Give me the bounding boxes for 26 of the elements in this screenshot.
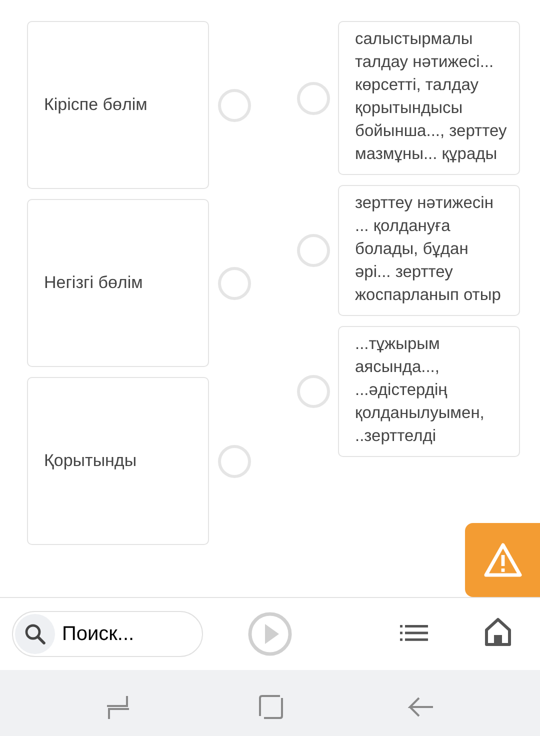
card-label: Қорытынды — [44, 450, 137, 472]
answer-card[interactable]: салыстырмалы талдау нәтижесі... көрсетті, талдау қорытындысы бойынша..., зерттеу мазмұны... құрады — [338, 21, 520, 175]
card-text: салыстырмалы талдау нәтижесі... көрсетті, талдау қорытындысы бойынша..., зерттеу мазмұны... құрады — [355, 29, 507, 165]
warning-button[interactable] — [465, 523, 540, 597]
answer-card[interactable]: Қорытынды — [27, 377, 209, 545]
card-label: Негізгі бөлім — [44, 272, 143, 294]
match-radio[interactable] — [297, 375, 330, 408]
home-icon[interactable] — [484, 617, 512, 647]
answer-card[interactable]: Кіріспе бөлім — [27, 21, 209, 189]
recent-apps-icon[interactable] — [105, 694, 131, 720]
answer-card[interactable]: зерттеу нәтижесін ... қолдануға болады, бұдан әрі... зерттеу жоспарланып отыр — [338, 185, 520, 316]
match-radio[interactable] — [297, 234, 330, 267]
match-radio[interactable] — [218, 266, 251, 300]
list-icon[interactable] — [400, 624, 428, 642]
play-icon[interactable] — [248, 612, 292, 656]
match-radio[interactable] — [297, 82, 330, 114]
match-radio[interactable] — [218, 88, 251, 122]
answer-card[interactable]: ...тұжырым аясында..., ...әдістердің қолданылуымен, ..зерттелді — [338, 326, 520, 457]
card-text: зерттеу нәтижесін ... қолдануға болады, бұдан әрі... зерттеу жоспарланып отыр — [355, 193, 502, 306]
back-icon[interactable] — [408, 696, 434, 718]
answer-card[interactable]: Негізгі бөлім — [27, 199, 209, 367]
card-label: Кіріспе бөлім — [44, 94, 148, 116]
match-radio[interactable] — [218, 444, 251, 478]
search-icon — [24, 623, 46, 645]
warning-icon — [482, 542, 522, 578]
card-text: ...тұжырым аясында..., ...әдістердің қолданылуымен, ..зерттелді — [355, 334, 486, 447]
